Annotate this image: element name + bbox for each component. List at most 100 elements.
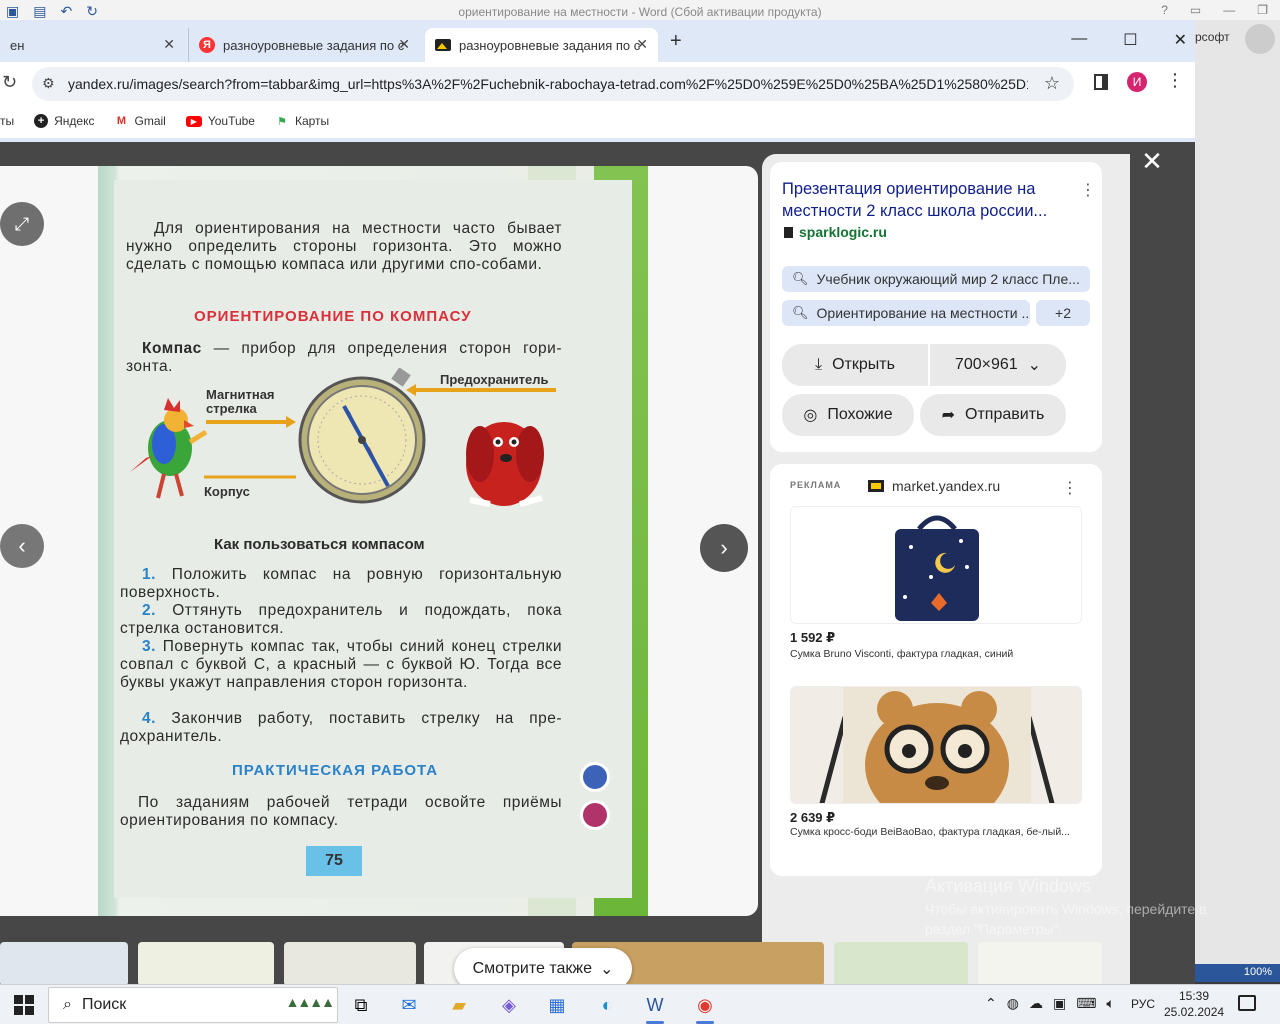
next-image-button[interactable]: ›	[700, 524, 748, 572]
source-domain[interactable]: sparklogic.ru	[784, 224, 887, 240]
notification-icon[interactable]	[1238, 995, 1256, 1011]
expand-icon[interactable]: ⤢	[0, 202, 44, 246]
related-search-chip-1[interactable]: 🔍︎ Учебник окружающий мир 2 класс Пле...	[782, 266, 1090, 292]
image-info-panel: Презентация ориентирование на местности …	[762, 154, 1130, 987]
thumbnail[interactable]	[284, 942, 416, 986]
bookmark-gmail[interactable]: M Gmail	[114, 114, 166, 128]
close-window-icon[interactable]: ✕	[1174, 30, 1187, 50]
word-icon[interactable]: W	[640, 991, 670, 1024]
reload-icon[interactable]: ↻	[2, 72, 17, 93]
size-dropdown[interactable]: 700×961 ⌄	[930, 344, 1066, 386]
product-description[interactable]: Сумка кросс-боди BeiBaoBao, фактура глад…	[790, 826, 1074, 839]
similar-button[interactable]: ◎ Похожие	[782, 394, 914, 436]
maximize-icon[interactable]: ☐	[1123, 30, 1137, 50]
product-image-bag[interactable]	[790, 506, 1082, 624]
bookmark-label: Карты	[294, 114, 330, 128]
camera-icon: ◎	[803, 407, 818, 424]
kebab-menu-icon[interactable]: ⋮	[1166, 70, 1184, 91]
step-text: Закончив работу, поставить стрелку на пр…	[120, 710, 562, 745]
copilot-icon[interactable]: ◈	[494, 991, 524, 1019]
bookmark-youtube[interactable]: ▶ YouTube	[185, 114, 255, 128]
thumbnail[interactable]	[138, 942, 274, 986]
site-info-icon[interactable]: ⚙	[42, 75, 55, 92]
site-favicon-icon	[784, 226, 793, 238]
trees-decoration-icon: ▲▲▲▲	[285, 994, 335, 1010]
product-description[interactable]: Сумка Bruno Visconti, фактура гладкая, с…	[790, 648, 1074, 661]
tab-strip: ен ✕ Я разноуровневые задания по с ✕ раз…	[0, 20, 1195, 62]
more-options-icon[interactable]: ⋮	[1062, 478, 1078, 498]
search-placeholder: Поиск	[81, 996, 127, 1013]
thumbnail[interactable]	[0, 942, 128, 986]
bookmark-star-icon[interactable]: ☆	[1044, 73, 1060, 94]
chevron-up-icon[interactable]: ⌃	[985, 995, 997, 1012]
product-price[interactable]: 1 592 ₽	[790, 630, 835, 646]
intro-paragraph: Для ориентирования на местности часто бы…	[126, 220, 562, 273]
chrome-icon[interactable]: ◉	[690, 991, 720, 1024]
product-image-crossbody[interactable]	[790, 686, 1082, 804]
mail-icon[interactable]: ✉	[394, 991, 424, 1019]
bookmark-label: ты	[0, 114, 15, 128]
yandex-icon: +	[34, 114, 49, 128]
tab-1[interactable]: ен ✕	[0, 28, 185, 62]
restore-icon[interactable]: ❐	[1257, 3, 1268, 17]
language-indicator[interactable]: РУС	[1131, 997, 1155, 1011]
zoom-level[interactable]: 100%	[1244, 966, 1272, 978]
task-view-icon[interactable]: ⧉	[346, 991, 376, 1019]
taskbar-search-box[interactable]: ⌕ Поиск ▲▲▲▲	[48, 987, 338, 1023]
avatar[interactable]	[1245, 24, 1275, 54]
page-content: Для ориентирования на местности часто бы…	[114, 180, 632, 898]
edge-icon[interactable]: ◐	[592, 991, 622, 1019]
minimize-icon[interactable]: —	[1071, 30, 1087, 50]
address-bar[interactable]: ⚙ yandex.ru/images/search?from=tabbar&im…	[32, 67, 1074, 101]
url-text[interactable]: yandex.ru/images/search?from=tabbar&img_…	[68, 76, 1028, 92]
profile-avatar[interactable]: И	[1127, 72, 1147, 92]
bookmark-maps[interactable]: ⚑ Карты	[275, 114, 329, 128]
step-text: Оттянуть предохранитель и подождать, пок…	[120, 602, 562, 637]
share-button[interactable]: ➦ Отправить	[920, 394, 1066, 436]
yandex-icon: Я	[199, 37, 215, 53]
tab-2[interactable]: Я разноуровневые задания по с ✕	[188, 28, 420, 62]
related-search-chip-2[interactable]: 🔍︎ Ориентирование на местности ...	[782, 300, 1030, 326]
windows-start-icon[interactable]	[14, 995, 34, 1015]
product-price[interactable]: 2 639 ₽	[790, 810, 835, 826]
close-viewer-icon[interactable]: ✕	[1138, 148, 1166, 176]
ribbon-display-icon[interactable]: ▭	[1190, 3, 1201, 17]
minimize-icon[interactable]: —	[1223, 3, 1235, 17]
help-icon[interactable]: ?	[1161, 3, 1168, 17]
more-chips-button[interactable]: +2	[1036, 300, 1090, 326]
system-tray: ⌃ ◍ ☁ ▣ ⌨ 🔈︎	[985, 995, 1115, 1012]
new-tab-button[interactable]: +	[670, 30, 682, 53]
store-icon[interactable]: ▦	[542, 991, 572, 1019]
source-title-link[interactable]: Презентация ориентирование на местности …	[782, 178, 1078, 222]
how-to-use-heading: Как пользоваться компасом	[214, 536, 425, 553]
stars-icon	[580, 762, 610, 792]
keyboard-icon[interactable]: ⌨	[1076, 995, 1096, 1012]
close-icon[interactable]: ✕	[398, 36, 410, 53]
open-button[interactable]: ⤓ Открыть	[782, 344, 928, 386]
clock[interactable]: 15:39 25.02.2024	[1164, 988, 1224, 1020]
tab-3-active[interactable]: разноуровневые задания по с ✕	[425, 28, 658, 62]
thumbnail[interactable]	[978, 942, 1102, 986]
word-account-name[interactable]: рсофт	[1195, 30, 1230, 44]
close-icon[interactable]: ✕	[163, 36, 175, 53]
file-explorer-icon[interactable]: ▰	[444, 991, 474, 1019]
yandex-images-icon	[435, 39, 451, 51]
previous-image-button[interactable]: ‹	[0, 524, 44, 568]
label-body: Корпус	[204, 484, 250, 499]
meet-now-icon[interactable]: ◍	[1007, 995, 1019, 1012]
step-number: 4.	[142, 710, 156, 727]
close-icon[interactable]: ✕	[636, 36, 648, 53]
volume-icon[interactable]: 🔈︎	[1106, 995, 1114, 1012]
ad-card: РЕКЛАМА market.yandex.ru ⋮ 1 592 ₽ Сумка…	[770, 464, 1102, 876]
display-icon[interactable]: ▣	[1053, 995, 1066, 1012]
arrow-body	[204, 475, 296, 479]
bookmark-apps[interactable]: ты	[0, 114, 14, 128]
side-panel-icon[interactable]	[1094, 74, 1108, 90]
cloud-icon[interactable]: ☁	[1029, 995, 1043, 1012]
more-options-icon[interactable]: ⋮	[1080, 180, 1096, 200]
thumbnail[interactable]	[834, 942, 968, 986]
bookmark-yandex[interactable]: + Яндекс	[34, 114, 94, 128]
parrot-illustration	[130, 398, 208, 499]
ad-market-link[interactable]: market.yandex.ru	[868, 478, 1000, 494]
youtube-icon: ▶	[185, 115, 202, 127]
